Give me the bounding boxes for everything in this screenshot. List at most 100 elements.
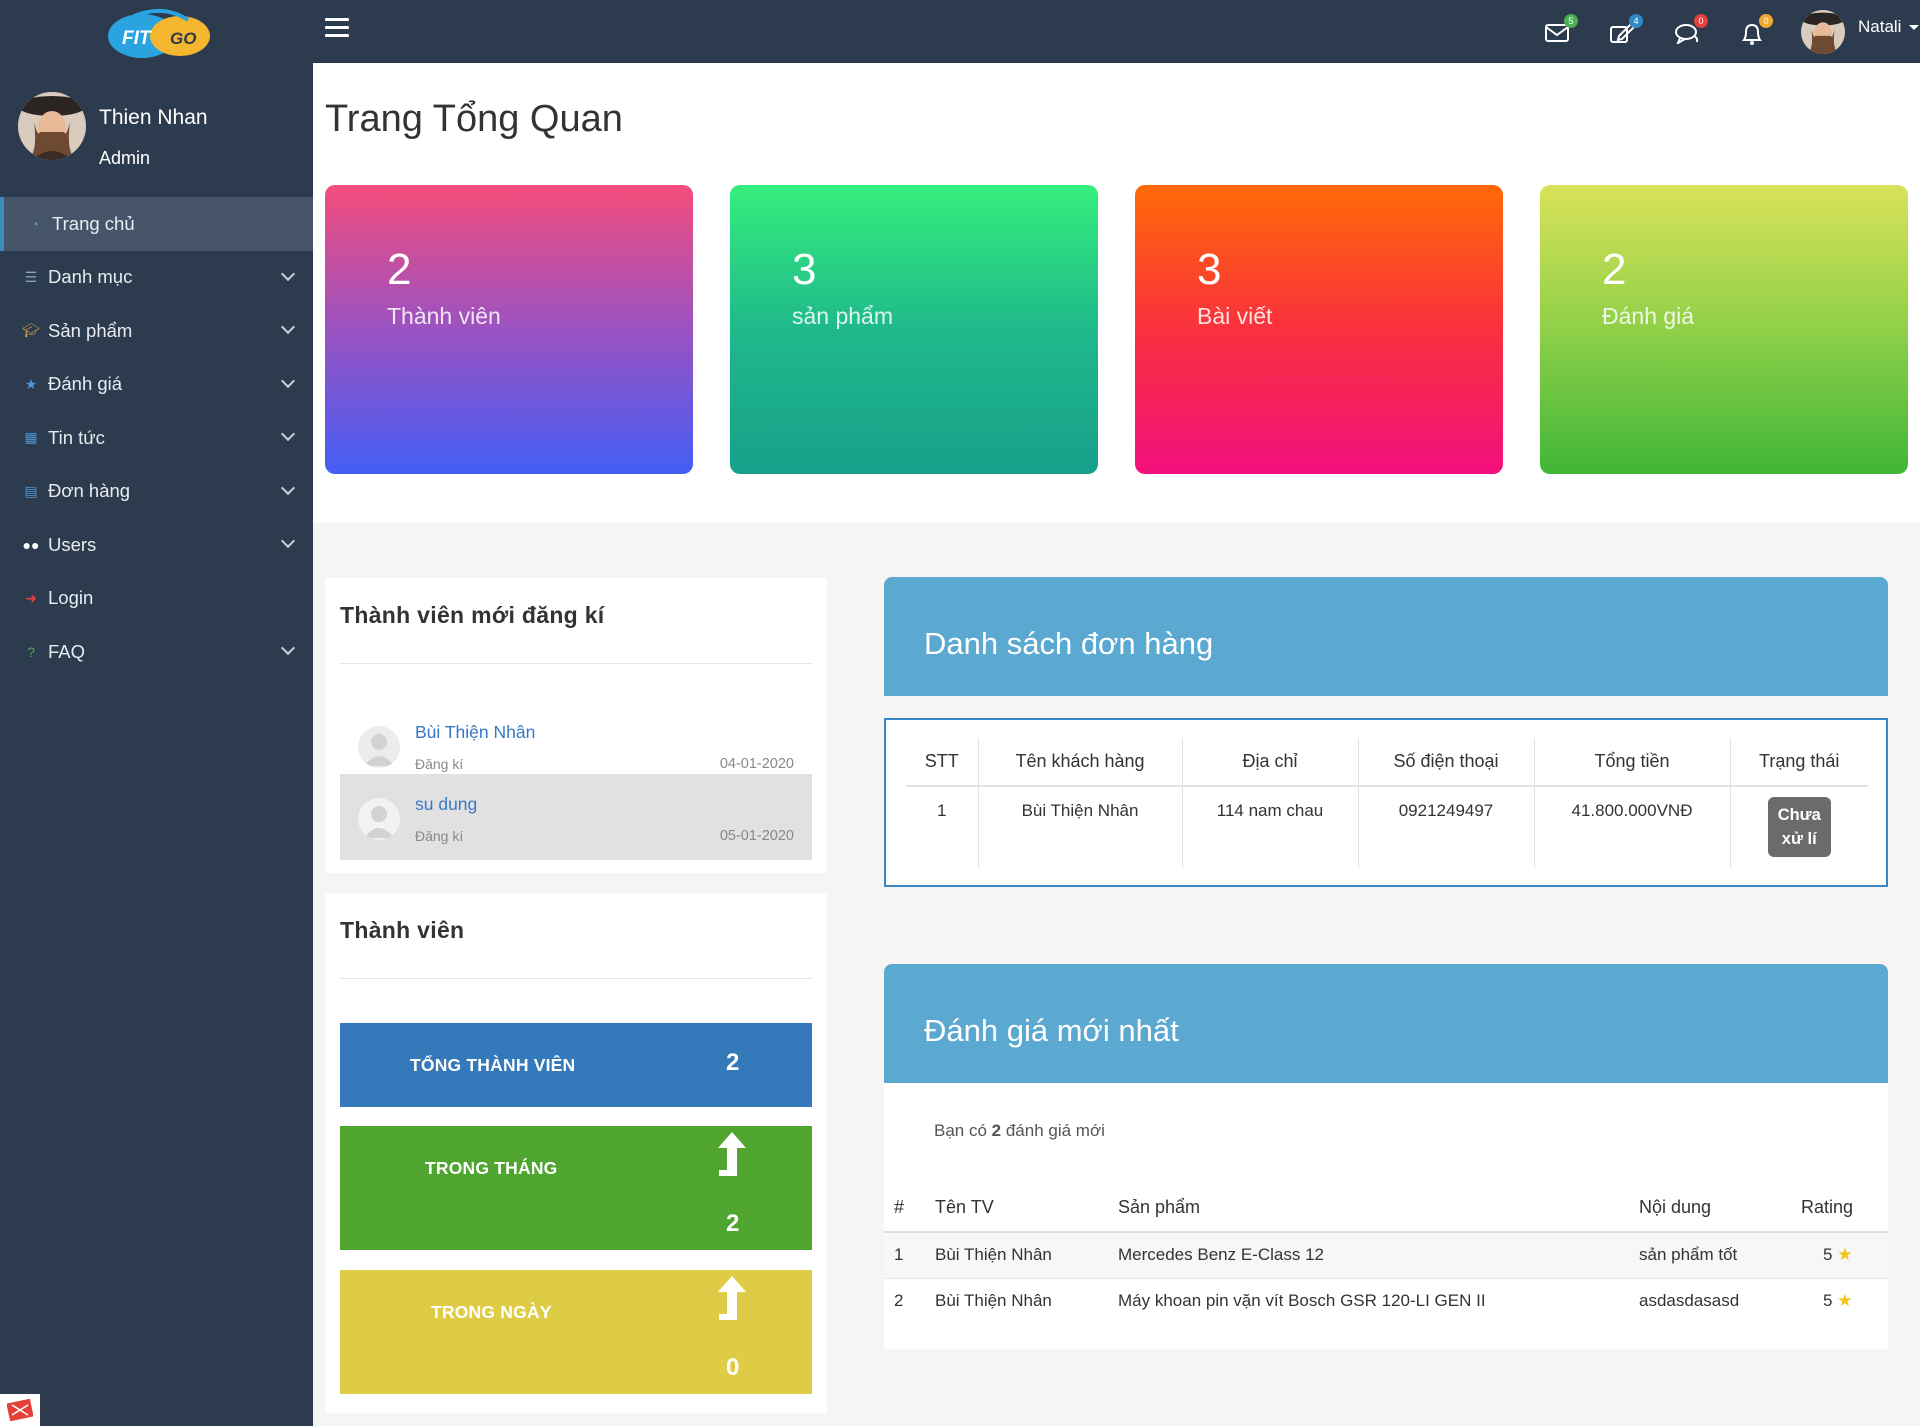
status-label-line2: xử lí (1781, 830, 1817, 848)
sidebar-item-trang-chu[interactable]: ◔ Trang chủ (0, 197, 313, 251)
table-row: 1 Bùi Thiện Nhân Mercedes Benz E-Class 1… (884, 1231, 1888, 1278)
caret-down-icon[interactable] (1909, 25, 1919, 30)
sidebar-item-users[interactable]: ●● Users (0, 518, 313, 572)
page-title: Trang Tổng Quan (325, 98, 623, 140)
sign-in-icon: ➜ (25, 589, 37, 606)
list-item[interactable]: su dung Đăng kí 05-01-2020 (340, 774, 812, 860)
reviews-header: Đánh giá mới nhất (884, 964, 1888, 1083)
chat-icon[interactable]: 0 (1674, 14, 1708, 48)
column-header: Nội dung (1639, 1184, 1801, 1233)
sidebar-item-label: Sản phẩm (48, 319, 133, 341)
mail-badge: 5 (1564, 14, 1578, 28)
chevron-down-icon (280, 640, 296, 656)
column-header: Tên khách hàng (977, 738, 1182, 787)
app-launcher-icon[interactable] (0, 1394, 40, 1426)
member-action: Đăng kí (415, 756, 464, 772)
stat-label: Thành viên (387, 303, 501, 329)
sidebar-item-danh-gia[interactable]: ★ Đánh giá (0, 358, 313, 412)
divider (340, 978, 812, 979)
sidebar-item-danh-muc[interactable]: ☰ Danh mục (0, 251, 313, 305)
star-icon: ★ (24, 375, 38, 392)
star-icon: ★ (1837, 1245, 1853, 1265)
member-date: 04-01-2020 (719, 756, 794, 772)
sidebar-item-tin-tuc[interactable]: ▦ Tin tức (0, 411, 313, 465)
orders-table: STT Tên khách hàng Địa chỉ Số điện thoại… (906, 738, 1868, 868)
sidebar-item-label: Trang chủ (52, 212, 135, 234)
bell-icon[interactable]: 0 (1739, 14, 1773, 48)
mail-icon[interactable]: 5 (1544, 14, 1578, 48)
stat-label: sản phẩm (792, 303, 894, 329)
chevron-down-icon (280, 319, 296, 335)
panel-title: Thành viên (340, 917, 465, 943)
sidebar-item-don-hang[interactable]: ▤ Đơn hàng (0, 465, 313, 519)
status-button[interactable]: Chưa xử lí (1767, 797, 1831, 857)
menu-toggle-icon[interactable] (325, 18, 349, 38)
column-header: Tên TV (935, 1184, 1118, 1233)
stat-label: TRONG NGÀY (431, 1302, 552, 1322)
stat-value: 2 (726, 1049, 740, 1076)
column-header: STT (906, 738, 978, 787)
member-name[interactable]: Bùi Thiện Nhân (415, 722, 535, 743)
table-header-row: # Tên TV Sản phẩm Nội dung Rating (884, 1184, 1888, 1233)
stat-card-posts[interactable]: 3 Bài viết (1135, 185, 1503, 474)
cell-member: Bùi Thiện Nhân (935, 1231, 1118, 1278)
sidebar-item-faq[interactable]: ? FAQ (0, 625, 313, 679)
chevron-down-icon (280, 533, 296, 549)
column-header: Tổng tiền (1533, 738, 1730, 787)
divider (340, 663, 812, 664)
stat-value: 2 (726, 1210, 740, 1237)
note-count: 2 (991, 1121, 1002, 1140)
cell-member: Bùi Thiện Nhân (935, 1277, 1118, 1324)
table-row: 2 Bùi Thiện Nhân Máy khoan pin vặn vít B… (884, 1277, 1888, 1324)
sidebar-item-san-pham[interactable]: 🎓︎ Sản phẩm (0, 304, 313, 358)
sidebar-item-login[interactable]: ➜ Login (0, 572, 313, 626)
member-name[interactable]: su dung (415, 794, 477, 815)
sidebar-item-label: FAQ (48, 640, 86, 662)
column-header: Trạng thái (1729, 738, 1868, 787)
calendar-icon: ▦ (24, 429, 38, 446)
table-header-row: STT Tên khách hàng Địa chỉ Số điện thoại… (906, 738, 1868, 787)
reviews-table: # Tên TV Sản phẩm Nội dung Rating 1 Bùi … (884, 1184, 1888, 1324)
cell-product: Mercedes Benz E-Class 12 (1118, 1231, 1639, 1278)
cell-product: Máy khoan pin vặn vít Bosch GSR 120-LI G… (1118, 1277, 1639, 1324)
cell-rating: 5 ★ (1801, 1277, 1888, 1324)
sidebar-item-label: Đơn hàng (48, 480, 131, 502)
arrow-up-icon (718, 1276, 746, 1320)
sidebar-item-label: Tin tức (48, 426, 105, 448)
topbar-avatar[interactable] (1801, 10, 1845, 54)
orders-table-box: STT Tên khách hàng Địa chỉ Số điện thoại… (884, 718, 1888, 887)
graduation-cap-icon: 🎓︎ (22, 322, 40, 339)
column-header: Rating (1801, 1184, 1888, 1233)
arrow-up-icon (718, 1132, 746, 1176)
cell-address: 114 nam chau (1181, 786, 1358, 868)
newspaper-icon: ▤ (24, 482, 38, 499)
status-label-line1: Chưa (1777, 806, 1821, 824)
stat-card-members[interactable]: 2 Thành viên (325, 185, 693, 474)
panel-title: Thành viên mới đăng kí (340, 602, 605, 628)
chevron-down-icon (280, 266, 296, 281)
chevron-down-icon (280, 480, 296, 495)
members-panel: Thành viên TỔNG THÀNH VIÊN 2 TRONG THÁNG… (325, 893, 827, 1413)
logo-text-fit: FIT (122, 28, 152, 49)
stat-value: 2 (387, 245, 412, 294)
stat-value: 3 (792, 245, 817, 294)
rating-value: 5 (1823, 1245, 1833, 1265)
topbar-user-name[interactable]: Natali (1858, 17, 1901, 37)
reviews-note: Bạn có 2 đánh giá mới (934, 1121, 1105, 1141)
orders-header: Danh sách đơn hàng (884, 577, 1888, 696)
stat-card-products[interactable]: 3 sản phẩm (730, 185, 1098, 474)
fitgo-logo[interactable]: FIT GO (104, 8, 214, 64)
table-row: 1 Bùi Thiện Nhân 114 nam chau 0921249497… (906, 786, 1868, 868)
avatar (358, 798, 400, 840)
day-members-box: TRONG NGÀY 0 (340, 1270, 812, 1394)
rating-value: 5 (1823, 1291, 1833, 1311)
chat-badge: 0 (1694, 14, 1708, 28)
stat-card-reviews[interactable]: 2 Đánh giá (1540, 185, 1908, 474)
column-header: Địa chỉ (1181, 738, 1358, 787)
avatar (358, 726, 400, 768)
dashboard-icon: ◔ (30, 215, 40, 232)
stat-value: 2 (1602, 245, 1627, 294)
chevron-down-icon (280, 426, 296, 442)
edit-icon[interactable]: 4 (1609, 14, 1643, 48)
stat-value: 3 (1197, 245, 1222, 294)
